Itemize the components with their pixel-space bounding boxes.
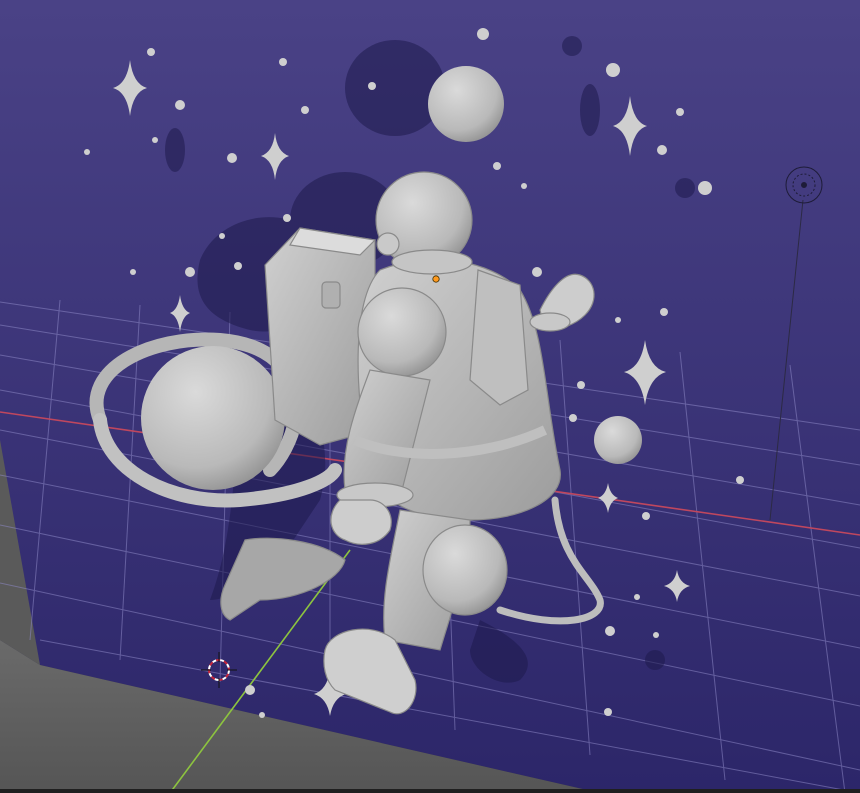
shoulder: [357, 287, 447, 377]
helmet-knob: [376, 232, 400, 256]
helmet-collar: [391, 249, 473, 275]
3d-viewport[interactable]: [0, 0, 860, 793]
viewport-bottom-border: [0, 789, 860, 793]
knee: [422, 524, 508, 616]
right-cuff: [529, 312, 571, 332]
backpack-vent: [321, 281, 341, 309]
moon-sphere[interactable]: [428, 66, 504, 142]
planet-sphere: [141, 346, 285, 490]
small-moon-sphere[interactable]: [594, 416, 642, 464]
object-origin[interactable]: [432, 275, 440, 283]
side-tank: [469, 269, 529, 406]
glove: [330, 499, 392, 545]
scene-canvas[interactable]: [0, 0, 860, 793]
